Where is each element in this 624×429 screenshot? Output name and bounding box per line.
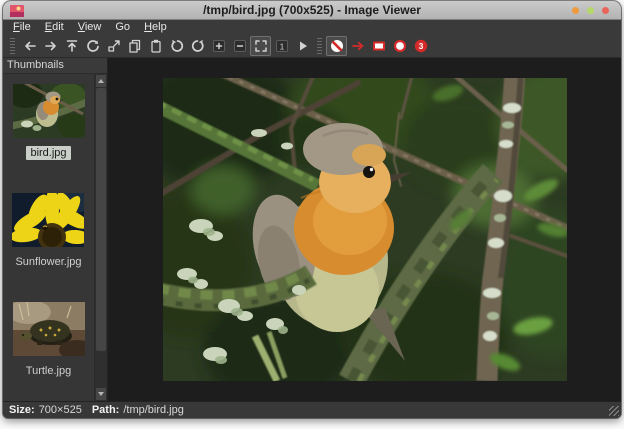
- thumbnail-label: Turtle.jpg: [22, 364, 75, 378]
- slideshow-button[interactable]: [292, 36, 313, 56]
- zoom-fit-button[interactable]: [250, 36, 271, 56]
- zoom-out-button[interactable]: [229, 36, 250, 56]
- sunflower-thumbnail-image: [12, 193, 84, 247]
- titlebar[interactable]: /tmp/bird.jpg (700x525) - Image Viewer: [3, 1, 621, 20]
- back-icon: [22, 38, 38, 54]
- scrollbar-track[interactable]: [95, 88, 107, 387]
- resize-button[interactable]: [103, 36, 124, 56]
- annotation-arrow-icon: [350, 38, 366, 54]
- annotation-counter-icon: 3: [413, 38, 429, 54]
- size-label: Size:: [9, 404, 35, 416]
- close-dot[interactable]: [602, 7, 609, 14]
- size-value: 700×525: [39, 404, 82, 416]
- refresh-icon: [85, 38, 101, 54]
- annotate-arrow-button[interactable]: [347, 36, 368, 56]
- zoom-in-button[interactable]: [208, 36, 229, 56]
- back-button[interactable]: [19, 36, 40, 56]
- paste-icon: [148, 38, 164, 54]
- rotate-cw-button[interactable]: [187, 36, 208, 56]
- thumbnail-Turtle.jpg[interactable]: Turtle.jpg: [13, 302, 85, 378]
- zoom-original-icon: 1: [274, 38, 290, 54]
- menu-go[interactable]: Go: [108, 21, 137, 33]
- thumbnail-scrollbar[interactable]: [94, 74, 107, 401]
- svg-text:1: 1: [279, 41, 284, 51]
- annotation-ellipse-icon: [392, 38, 408, 54]
- minimize-dot[interactable]: [572, 7, 579, 14]
- path-value: /tmp/bird.jpg: [123, 404, 184, 416]
- forward-button[interactable]: [40, 36, 61, 56]
- window-controls: [572, 7, 609, 14]
- turtle-thumbnail-image: [13, 302, 85, 356]
- scroll-up-button[interactable]: [96, 75, 106, 87]
- menu-file[interactable]: File: [6, 21, 38, 33]
- forward-icon: [43, 38, 59, 54]
- thumbnail-Sunflower.jpg[interactable]: Sunflower.jpg: [11, 193, 85, 269]
- thumbnail-label: Sunflower.jpg: [11, 255, 85, 269]
- window-title: /tmp/bird.jpg (700x525) - Image Viewer: [203, 3, 421, 17]
- upload-icon: [64, 38, 80, 54]
- rotate-ccw-icon: [169, 38, 185, 54]
- annotate-ellipse-button[interactable]: [389, 36, 410, 56]
- annotation-rectangle-icon: [371, 38, 387, 54]
- upload-button[interactable]: [61, 36, 82, 56]
- resize-icon: [106, 38, 122, 54]
- copy-icon: [127, 38, 143, 54]
- thumbnail-bird.jpg[interactable]: bird.jpg: [13, 84, 85, 160]
- thumbnail-panel-body: bird.jpg Sunflower.jpg Turtle.jpg: [3, 74, 107, 401]
- toolbar-grip[interactable]: [317, 38, 322, 54]
- path-label: Path:: [92, 404, 120, 416]
- maximize-dot[interactable]: [587, 7, 594, 14]
- zoom-out-icon: [232, 38, 248, 54]
- thumbnail-panel-header: Thumbnails: [3, 58, 107, 74]
- toolbar-grip[interactable]: [10, 38, 15, 54]
- image-viewport[interactable]: [108, 58, 621, 401]
- zoom-original-button[interactable]: 1: [271, 36, 292, 56]
- app-icon: [10, 5, 24, 17]
- zoom-in-icon: [211, 38, 227, 54]
- menu-view[interactable]: View: [71, 21, 109, 33]
- window-resize-grip[interactable]: [609, 406, 619, 416]
- zoom-fit-icon: [253, 38, 269, 54]
- scrollbar-thumb[interactable]: [96, 88, 106, 351]
- menu-edit[interactable]: Edit: [38, 21, 71, 33]
- content-area: Thumbnails bird.jpg Sunflower.jpg Turtle.j…: [3, 58, 621, 401]
- toolbar: 13: [3, 34, 621, 58]
- rotate-cw-icon: [190, 38, 206, 54]
- slideshow-icon: [295, 38, 311, 54]
- refresh-button[interactable]: [82, 36, 103, 56]
- arrow-down-icon: [98, 392, 104, 396]
- thumbnail-label: bird.jpg: [26, 146, 70, 160]
- scroll-down-button[interactable]: [96, 388, 106, 400]
- statusbar: Size: 700×525 Path: /tmp/bird.jpg: [3, 401, 621, 418]
- main-image: [163, 78, 567, 381]
- image-viewer-window: /tmp/bird.jpg (700x525) - Image Viewer F…: [3, 1, 621, 418]
- svg-text:3: 3: [418, 41, 423, 51]
- annotate-none-button[interactable]: [326, 36, 347, 56]
- thumbnail-panel: Thumbnails bird.jpg Sunflower.jpg Turtle.j…: [3, 58, 108, 401]
- annotation-none-icon: [329, 38, 345, 54]
- thumbnail-list: bird.jpg Sunflower.jpg Turtle.jpg: [3, 74, 94, 401]
- paste-button[interactable]: [145, 36, 166, 56]
- rotate-ccw-button[interactable]: [166, 36, 187, 56]
- bird-thumbnail-image: [13, 84, 85, 138]
- menubar: FileEditViewGoHelp: [3, 20, 621, 34]
- arrow-up-icon: [98, 79, 104, 83]
- annotate-counter-button[interactable]: 3: [410, 36, 431, 56]
- copy-button[interactable]: [124, 36, 145, 56]
- menu-help[interactable]: Help: [137, 21, 174, 33]
- annotate-rectangle-button[interactable]: [368, 36, 389, 56]
